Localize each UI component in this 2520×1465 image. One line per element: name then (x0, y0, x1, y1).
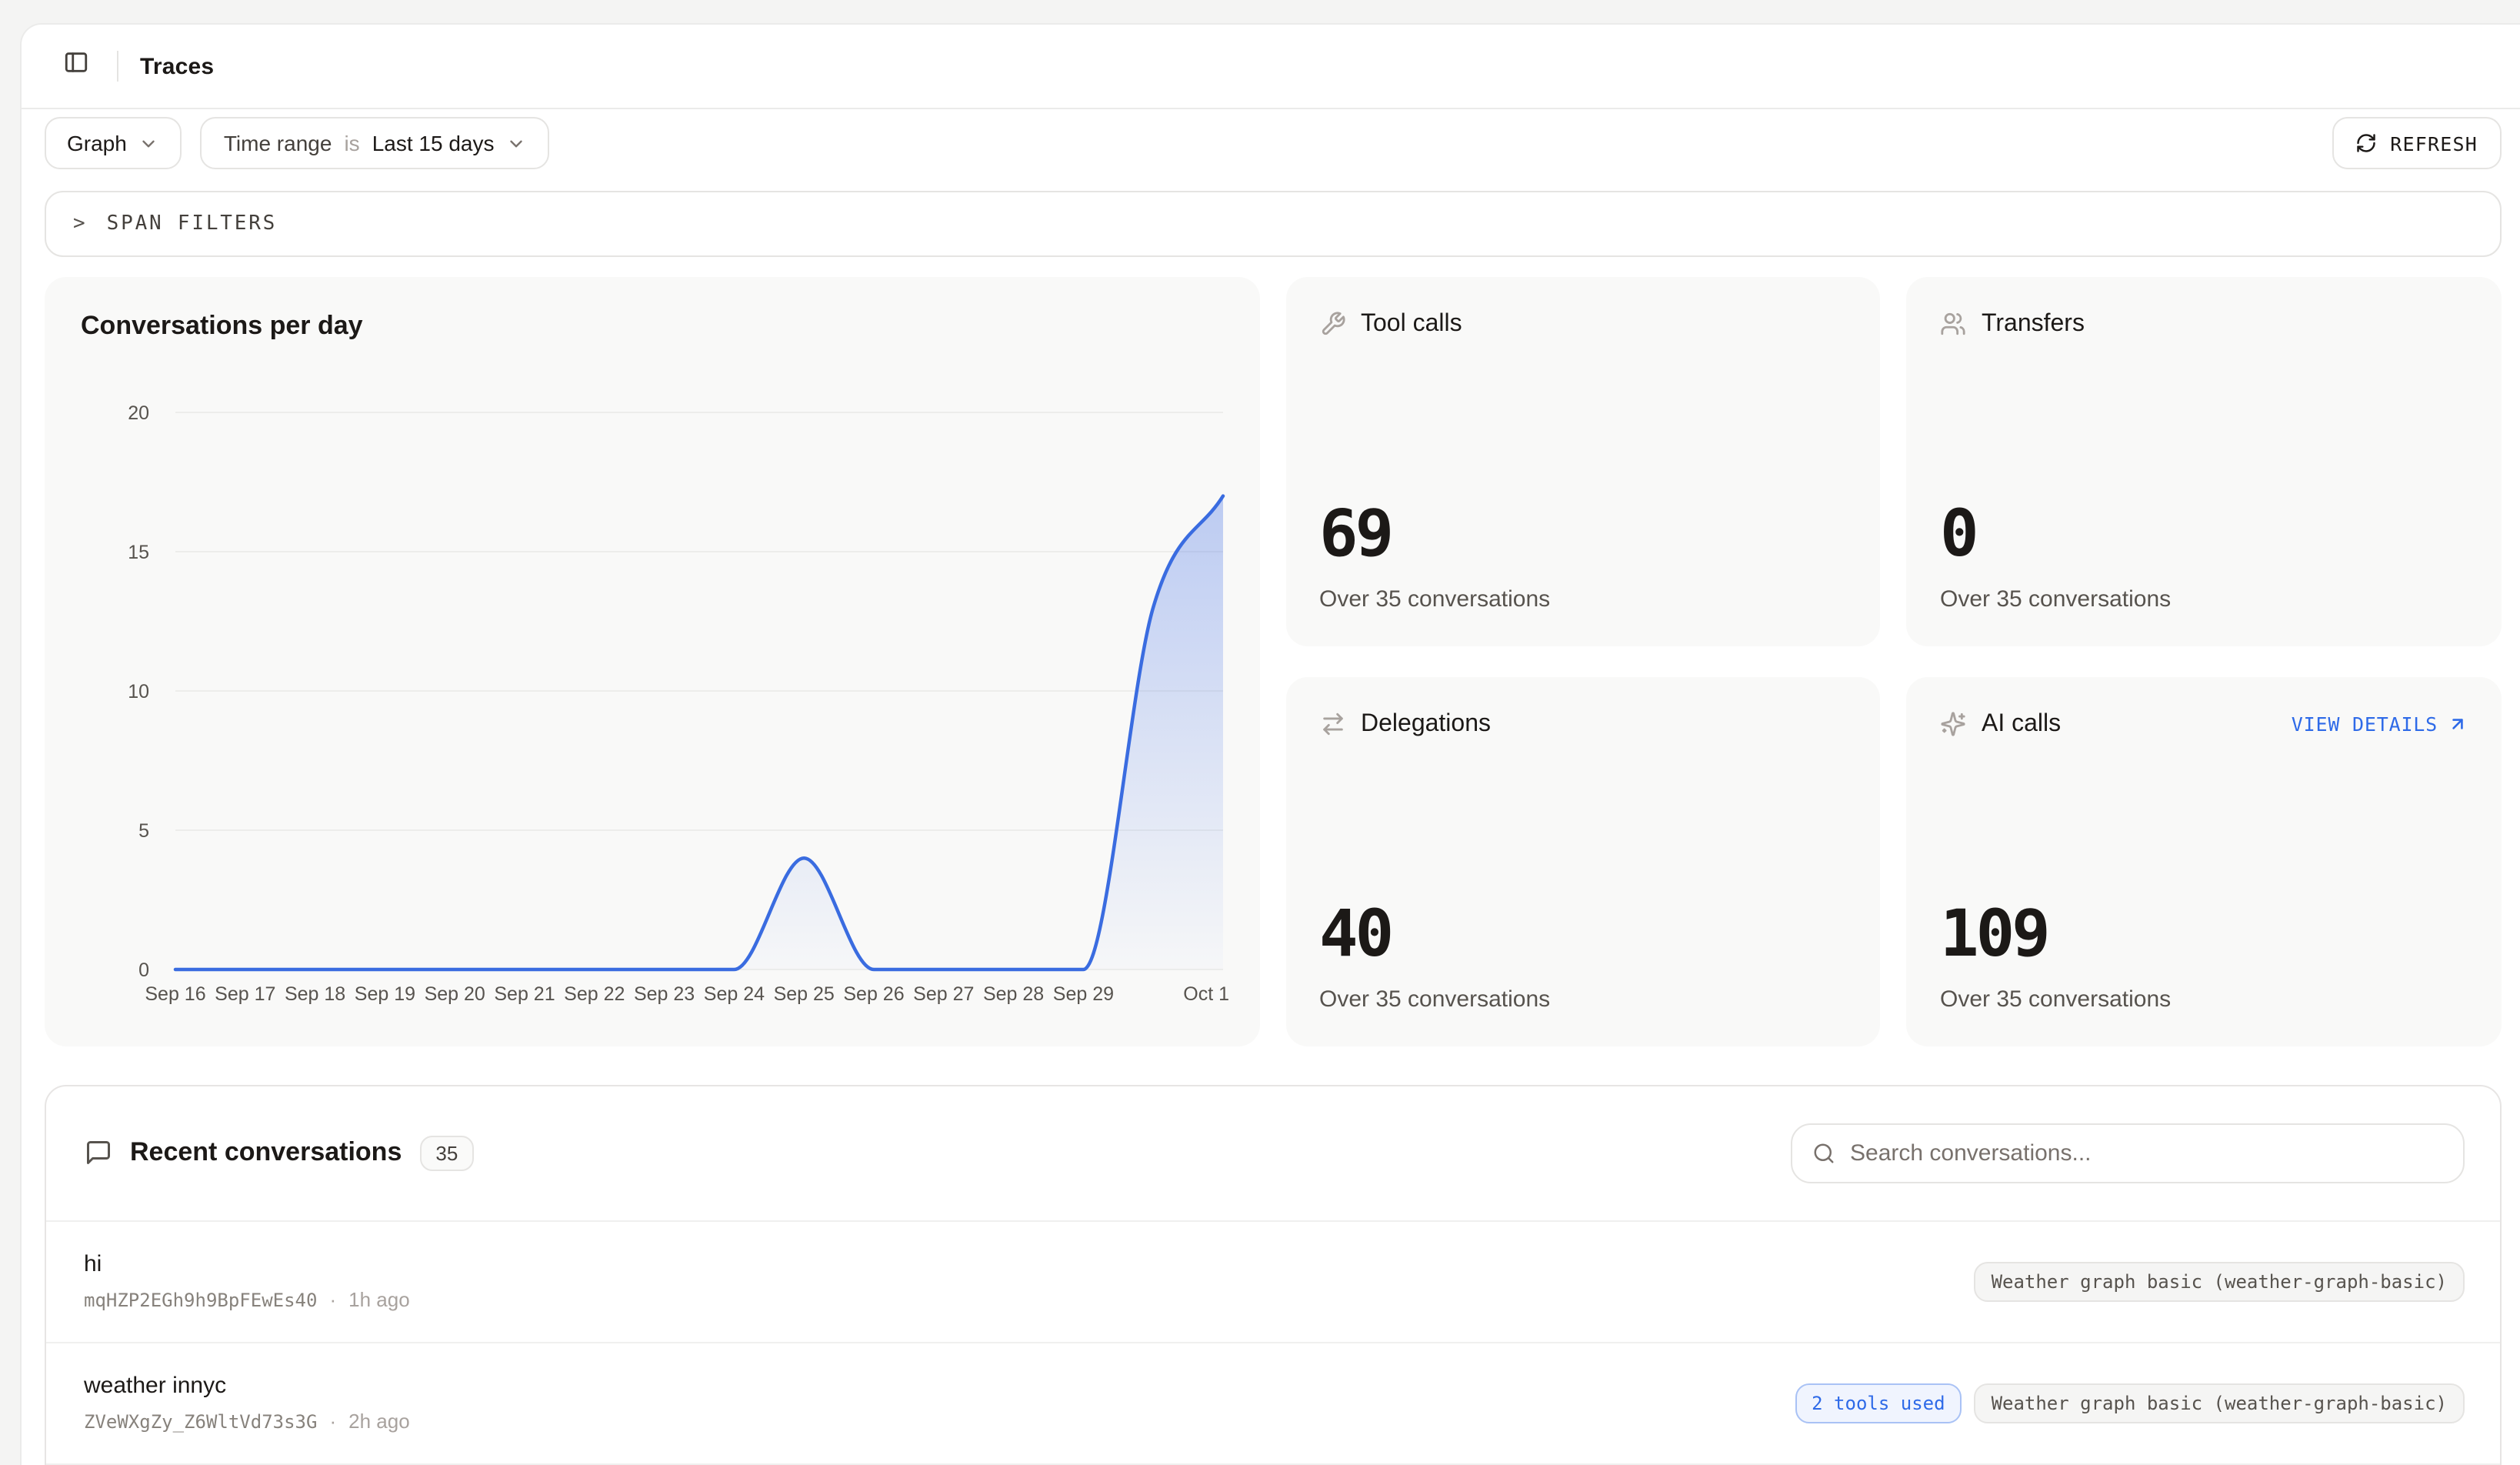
agent-tag: Weather graph basic (weather-graph-basic… (1975, 1261, 2464, 1301)
stat-value: 109 (1940, 901, 2467, 966)
stat-title: Transfers (1982, 310, 2085, 338)
sidebar-toggle-button[interactable] (55, 46, 95, 86)
content-area: Graph Time range is Last 15 days (22, 109, 2520, 1465)
conversation-row[interactable]: hi mqHZP2EGh9h9BpFEwEs40 · 1h ago Weathe… (45, 1221, 2499, 1341)
chevron-down-icon (506, 133, 526, 153)
conversation-time: 2h ago (348, 1410, 410, 1433)
svg-text:Sep 28: Sep 28 (982, 983, 1043, 1004)
svg-text:Sep 16: Sep 16 (144, 983, 205, 1004)
svg-text:20: 20 (127, 402, 148, 423)
topbar-divider (117, 51, 118, 82)
stat-caption: Over 35 conversations (1940, 986, 2467, 1012)
tools-used-tag: 2 tools used (1795, 1383, 1962, 1423)
conversation-time: 1h ago (348, 1288, 410, 1311)
ai-calls-card: AI calls VIEW DETAILS 109 Over (1906, 676, 2501, 1046)
conversation-id: mqHZP2EGh9h9BpFEwEs40 (84, 1289, 317, 1310)
svg-text:Sep 25: Sep 25 (773, 983, 834, 1004)
view-details-label: VIEW DETAILS (2292, 712, 2438, 736)
svg-text:Sep 20: Sep 20 (424, 983, 485, 1004)
svg-text:Sep 18: Sep 18 (284, 983, 345, 1004)
recent-conversations-header: Recent conversations 35 (45, 1086, 2499, 1220)
stat-value: 69 (1319, 501, 1846, 566)
transfers-card: Transfers 0 Over 35 conversations (1906, 276, 2501, 646)
stat-caption: Over 35 conversations (1319, 986, 1846, 1012)
time-range-filter[interactable]: Time range is Last 15 days (201, 117, 550, 169)
traces-page: Traces Graph Time range is Last 15 days (0, 0, 2520, 1465)
refresh-label: REFRESH (2390, 132, 2478, 155)
svg-text:Sep 17: Sep 17 (214, 983, 275, 1004)
svg-text:Sep 19: Sep 19 (354, 983, 415, 1004)
refresh-icon (2355, 132, 2376, 154)
svg-text:Sep 29: Sep 29 (1052, 983, 1113, 1004)
conversation-row[interactable]: weather innyc ZVeWXgZy_Z6WltVd73s3G · 2h… (45, 1343, 2499, 1463)
svg-text:Sep 23: Sep 23 (633, 983, 694, 1004)
controls-row: Graph Time range is Last 15 days (44, 117, 2501, 169)
conversation-title: hi (84, 1251, 410, 1277)
time-range-value: Last 15 days (372, 131, 495, 155)
users-icon (1940, 311, 1966, 337)
sparkles-icon (1940, 711, 1966, 737)
recent-conversations-section: Recent conversations 35 hi (44, 1084, 2501, 1465)
view-selector-label: Graph (67, 131, 127, 155)
time-range-operator: is (344, 131, 359, 155)
svg-text:Oct 1: Oct 1 (1182, 983, 1228, 1004)
stats-row-1: Tool calls 69 Over 35 conversations (1285, 276, 2501, 646)
time-range-field-label: Time range (224, 131, 332, 155)
wrench-icon (1319, 311, 1345, 337)
tool-calls-card: Tool calls 69 Over 35 conversations (1285, 276, 1880, 646)
stat-title: Delegations (1361, 710, 1491, 738)
conversation-count-badge: 35 (420, 1135, 473, 1170)
span-filters-expander[interactable]: > SPAN FILTERS (44, 191, 2501, 257)
svg-text:0: 0 (138, 959, 148, 980)
dot-separator: · (329, 1288, 336, 1311)
stats-grid: Tool calls 69 Over 35 conversations (1285, 276, 2501, 1046)
stat-caption: Over 35 conversations (1940, 586, 2467, 612)
refresh-button[interactable]: REFRESH (2332, 117, 2501, 169)
svg-text:15: 15 (127, 541, 148, 562)
view-selector-dropdown[interactable]: Graph (44, 117, 182, 169)
search-input[interactable] (1850, 1140, 2442, 1166)
chevron-right-icon: > (73, 212, 85, 235)
stat-value: 40 (1319, 901, 1846, 966)
search-box[interactable] (1790, 1123, 2464, 1183)
stat-title: Tool calls (1361, 310, 1462, 338)
chevron-down-icon (139, 133, 159, 153)
filter-controls: Graph Time range is Last 15 days (44, 117, 549, 169)
stat-title: AI calls (1982, 710, 2061, 738)
arrow-up-right-icon (2447, 714, 2467, 734)
svg-text:Sep 22: Sep 22 (563, 983, 624, 1004)
section-title: Recent conversations (130, 1137, 402, 1168)
main-surface: Traces Graph Time range is Last 15 days (20, 23, 2520, 1465)
view-details-link[interactable]: VIEW DETAILS (2292, 712, 2467, 736)
metrics-cards-row: Conversations per day 05101520Sep 16Sep … (44, 276, 2501, 1046)
stats-row-2: Delegations 40 Over 35 conversations (1285, 676, 2501, 1046)
conversations-chart-svg: 0 5 10 15 20 Sep 16 Sep 17 Sep 18 Sep 19 Sep 20 Se… (44, 276, 1259, 1046)
conversation-title: weather innyc (84, 1373, 410, 1399)
stat-caption: Over 35 conversations (1319, 586, 1846, 612)
arrows-swap-icon (1319, 711, 1345, 737)
panel-left-icon (62, 49, 88, 83)
search-icon (1812, 1141, 1835, 1164)
svg-text:Sep 24: Sep 24 (703, 983, 764, 1004)
svg-text:Sep 27: Sep 27 (912, 983, 973, 1004)
svg-text:Sep 26: Sep 26 (842, 983, 903, 1004)
conversation-id: ZVeWXgZy_Z6WltVd73s3G (84, 1410, 317, 1432)
stat-value: 0 (1940, 501, 2467, 566)
conversations-per-day-card: Conversations per day 05101520Sep 16Sep … (44, 276, 1259, 1046)
agent-tag: Weather graph basic (weather-graph-basic… (1975, 1383, 2464, 1423)
span-filters-label: SPAN FILTERS (107, 212, 277, 235)
message-square-icon (84, 1139, 112, 1166)
top-bar: Traces (22, 25, 2520, 109)
dot-separator: · (329, 1410, 336, 1433)
svg-text:10: 10 (127, 680, 148, 702)
svg-text:Sep 21: Sep 21 (493, 983, 554, 1004)
page-title: Traces (140, 53, 214, 79)
delegations-card: Delegations 40 Over 35 conversations (1285, 676, 1880, 1046)
svg-text:5: 5 (138, 819, 148, 841)
